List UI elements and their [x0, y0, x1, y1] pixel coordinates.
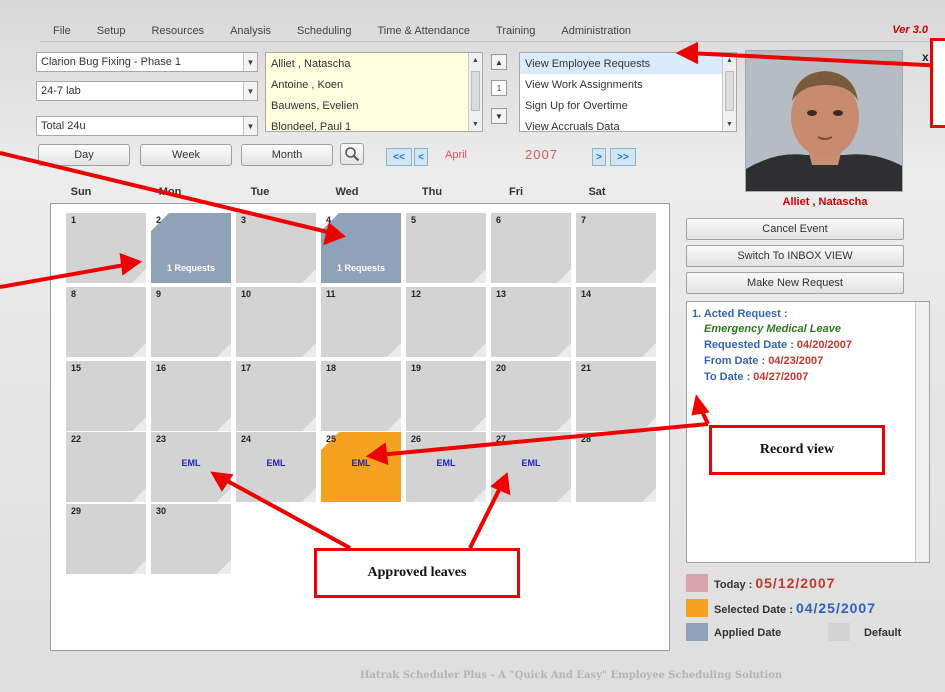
callout-record-view: Record view	[709, 425, 885, 475]
callout-approved-leaves: Approved leaves	[314, 548, 520, 598]
callout-box-top-right	[930, 38, 945, 128]
